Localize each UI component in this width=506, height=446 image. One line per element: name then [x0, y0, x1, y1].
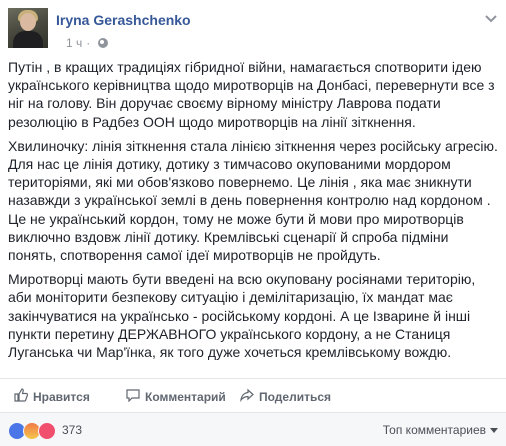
reaction-count[interactable]: 373 [62, 423, 82, 437]
comment-button[interactable]: Комментарий [126, 388, 226, 405]
post-text: Путін , в кращих традиціях гібридної вій… [8, 58, 498, 367]
post-paragraph: Путін , в кращих традиціях гібридної вій… [8, 59, 495, 130]
author-name[interactable]: Iryna Gerashchenko [56, 12, 191, 28]
author-avatar[interactable] [8, 8, 48, 48]
post-time[interactable]: 1 ч [66, 36, 82, 50]
facebook-post-card: Iryna Gerashchenko 1 ч · Путін , в кращи… [0, 0, 506, 446]
share-icon [240, 388, 254, 405]
post-meta: 1 ч · [66, 36, 109, 50]
sort-label: Топ комментариев [382, 423, 486, 437]
comment-icon [126, 388, 140, 405]
share-label: Поделиться [259, 389, 332, 404]
share-button[interactable]: Поделиться [240, 388, 331, 405]
comment-sort-dropdown[interactable]: Топ комментариев [383, 423, 498, 437]
post-header: Iryna Gerashchenko 1 ч · [8, 8, 498, 50]
caret-down-icon [490, 423, 498, 437]
post-paragraph: Миротворці мають бути введені на всю оку… [8, 271, 476, 361]
post-paragraph: Хвилиночку: лінія зіткнення стала лінією… [8, 137, 498, 264]
like-button[interactable]: Нравится [14, 388, 90, 405]
thumbs-up-icon [14, 388, 29, 405]
reaction-icons[interactable] [8, 422, 56, 440]
globe-icon [98, 38, 109, 48]
like-label: Нравится [33, 389, 90, 404]
comment-label: Комментарий [145, 389, 226, 404]
love-reaction-icon [38, 422, 56, 440]
chevron-down-icon[interactable] [484, 14, 498, 24]
reactions-bar: 373 Топ комментариев [0, 412, 506, 446]
post-actions-bar: Нравится Комментарий Поделиться [0, 378, 506, 413]
